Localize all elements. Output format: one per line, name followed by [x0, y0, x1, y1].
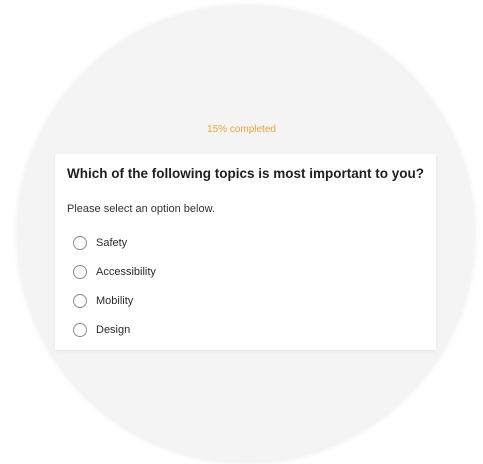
question-title: Which of the following topics is most im… [67, 166, 424, 181]
question-card: Which of the following topics is most im… [55, 154, 436, 350]
option-mobility[interactable]: Mobility [73, 286, 156, 315]
option-label: Accessibility [96, 265, 156, 278]
option-label: Safety [96, 236, 128, 249]
answer-options: Safety Accessibility Mobility Design [73, 228, 156, 344]
radio-button-icon[interactable] [73, 322, 87, 337]
progress-text: 15% completed [207, 124, 276, 135]
survey-screen: 15% completed Which of the following top… [0, 0, 483, 464]
option-accessibility[interactable]: Accessibility [73, 257, 156, 286]
question-instruction: Please select an option below. [67, 203, 215, 215]
radio-button-icon[interactable] [73, 235, 87, 250]
option-label: Design [96, 323, 131, 336]
option-design[interactable]: Design [73, 315, 156, 344]
option-label: Mobility [96, 294, 134, 307]
option-safety[interactable]: Safety [73, 228, 156, 257]
radio-button-icon[interactable] [73, 293, 87, 308]
radio-button-icon[interactable] [73, 264, 87, 279]
